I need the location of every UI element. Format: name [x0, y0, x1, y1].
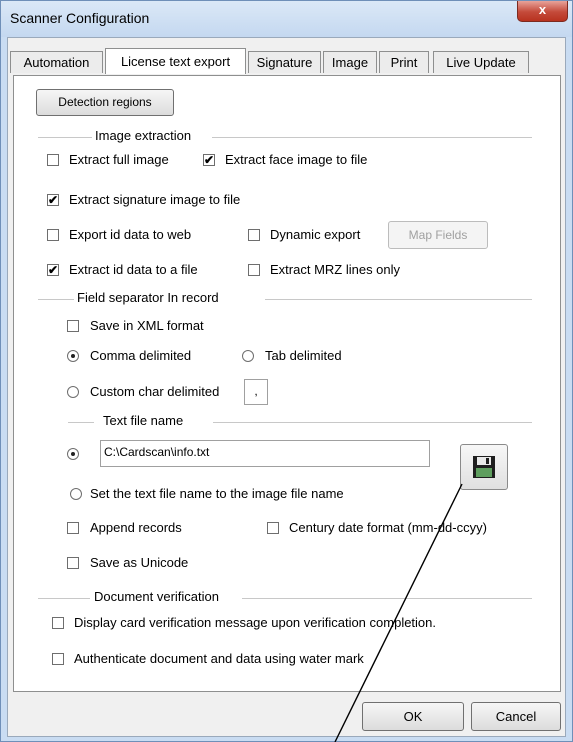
export-id-web-label: Export id data to web	[69, 227, 192, 242]
extract-signature-label: Extract signature image to file	[69, 192, 241, 207]
image-extraction-title: Image extraction	[92, 128, 195, 143]
tab-label: Print	[390, 55, 418, 70]
extract-face-image-checkbox[interactable]: ✔	[203, 154, 215, 166]
custom-delimited-label: Custom char delimited	[90, 384, 220, 399]
tab-label: License text export	[120, 54, 231, 69]
authenticate-checkbox[interactable]	[52, 653, 64, 665]
text-file-path-radio[interactable]	[67, 448, 79, 460]
tab-delimited-radio[interactable]	[242, 350, 254, 362]
group-divider	[38, 299, 74, 300]
same-as-image-radio[interactable]	[70, 488, 82, 500]
extract-face-image-label: Extract face image to file	[225, 152, 368, 167]
save-unicode-label: Save as Unicode	[90, 555, 189, 570]
tab-live-update[interactable]: Live Update	[433, 51, 529, 73]
century-date-checkbox[interactable]	[267, 522, 279, 534]
tab-label: Image	[331, 55, 369, 70]
tab-label: Automation	[23, 55, 90, 70]
document-verification-title: Document verification	[91, 589, 222, 604]
group-divider	[265, 299, 532, 300]
close-icon: x	[538, 2, 547, 17]
detection-regions-button[interactable]: Detection regions	[36, 89, 174, 116]
tab-license-text-export[interactable]: License text export	[105, 48, 246, 74]
close-button[interactable]: x	[517, 1, 568, 22]
append-records-label: Append records	[90, 520, 182, 535]
save-xml-label: Save in XML format	[90, 318, 204, 333]
tab-signature[interactable]: Signature	[248, 51, 321, 73]
group-divider	[212, 137, 532, 138]
button-label: OK	[403, 709, 423, 724]
text-file-name-title: Text file name	[100, 413, 187, 428]
authenticate-label: Authenticate document and data using wat…	[74, 651, 364, 666]
custom-char-input[interactable]: ,	[244, 379, 268, 405]
map-fields-button[interactable]: Map Fields	[388, 221, 488, 249]
ok-button[interactable]: OK	[362, 702, 464, 731]
dynamic-export-label: Dynamic export	[270, 227, 361, 242]
extract-full-image-checkbox[interactable]	[47, 154, 59, 166]
extract-signature-checkbox[interactable]: ✔	[47, 194, 59, 206]
group-divider	[213, 422, 532, 423]
tab-delimited-label: Tab delimited	[265, 348, 342, 363]
extract-mrz-label: Extract MRZ lines only	[270, 262, 401, 277]
extract-id-file-label: Extract id data to a file	[69, 262, 198, 277]
group-divider	[68, 422, 94, 423]
custom-delimited-radio[interactable]	[67, 386, 79, 398]
group-divider	[38, 137, 92, 138]
field-separator-title: Field separator In record	[74, 290, 222, 305]
button-label: Map Fields	[408, 228, 468, 242]
extract-id-file-checkbox[interactable]: ✔	[47, 264, 59, 276]
tab-image[interactable]: Image	[323, 51, 377, 73]
title-bar: Scanner Configuration x	[1, 1, 572, 37]
export-id-web-checkbox[interactable]	[47, 229, 59, 241]
cancel-button[interactable]: Cancel	[471, 702, 561, 731]
browse-save-button[interactable]	[460, 444, 508, 490]
extract-mrz-checkbox[interactable]	[248, 264, 260, 276]
text-file-path-input[interactable]: C:\Cardscan\info.txt	[100, 440, 430, 467]
save-unicode-checkbox[interactable]	[67, 557, 79, 569]
floppy-disk-icon	[473, 456, 495, 478]
save-xml-checkbox[interactable]	[67, 320, 79, 332]
comma-delimited-radio[interactable]	[67, 350, 79, 362]
tab-automation[interactable]: Automation	[10, 51, 103, 73]
button-label: Detection regions	[58, 95, 152, 109]
tab-label: Signature	[256, 55, 313, 70]
display-verification-checkbox[interactable]	[52, 617, 64, 629]
button-label: Cancel	[495, 709, 537, 724]
display-verification-label: Display card verification message upon v…	[74, 615, 437, 630]
window-title: Scanner Configuration	[10, 10, 150, 26]
group-divider	[242, 598, 532, 599]
tab-label: Live Update	[446, 55, 516, 70]
group-divider	[38, 598, 90, 599]
extract-full-image-label: Extract full image	[69, 152, 169, 167]
century-date-label: Century date format (mm-dd-ccyy)	[289, 520, 487, 535]
same-as-image-label: Set the text file name to the image file…	[90, 486, 344, 501]
comma-delimited-label: Comma delimited	[90, 348, 192, 363]
dynamic-export-checkbox[interactable]	[248, 229, 260, 241]
append-records-checkbox[interactable]	[67, 522, 79, 534]
tab-print[interactable]: Print	[379, 51, 429, 73]
